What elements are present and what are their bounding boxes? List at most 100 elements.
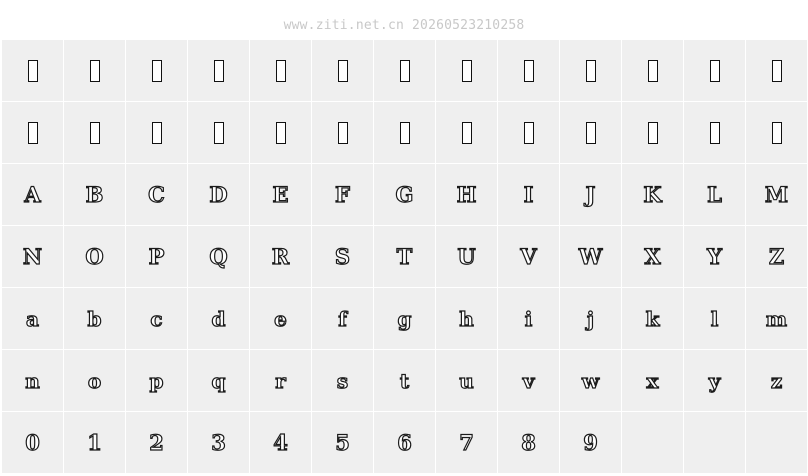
glyph-sample: A [24, 182, 42, 207]
missing-glyph-icon [461, 59, 472, 82]
glyph-sample: W [578, 244, 603, 269]
glyph-cell: 3 [188, 412, 249, 473]
glyph-cell [436, 40, 497, 101]
glyph-sample: q [211, 368, 226, 393]
glyph-cell: R [250, 226, 311, 287]
glyph-cell: 7 [436, 412, 497, 473]
glyph-sample: H [456, 182, 477, 207]
glyph-sample: m [765, 306, 788, 331]
glyph-sample: z [770, 368, 783, 393]
glyph-cell [250, 102, 311, 163]
glyph-cell: W [560, 226, 621, 287]
missing-glyph-icon [337, 59, 348, 82]
glyph-sample: B [85, 182, 104, 207]
glyph-cell: w [560, 350, 621, 411]
glyph-cell: o [64, 350, 125, 411]
glyph-sample: S [334, 244, 351, 269]
glyph-sample: g [397, 306, 412, 331]
glyph-cell: n [2, 350, 63, 411]
glyph-cell: x [622, 350, 683, 411]
glyph-cell [560, 40, 621, 101]
missing-glyph-icon [523, 121, 534, 144]
glyph-cell: E [250, 164, 311, 225]
missing-glyph-icon [585, 59, 596, 82]
glyph-sample: i [524, 306, 533, 331]
glyph-cell: f [312, 288, 373, 349]
glyph-cell [684, 40, 745, 101]
glyph-sample: k [645, 306, 660, 331]
glyph-cell: u [436, 350, 497, 411]
glyph-cell: J [560, 164, 621, 225]
glyph-cell [126, 40, 187, 101]
glyph-cell: B [64, 164, 125, 225]
glyph-cell [560, 102, 621, 163]
glyph-sample: V [520, 244, 538, 269]
glyph-cell [64, 102, 125, 163]
missing-glyph-icon [771, 59, 782, 82]
missing-glyph-icon [89, 121, 100, 144]
glyph-sample: o [87, 368, 102, 393]
glyph-cell [436, 102, 497, 163]
glyph-grid: A B C D E F G H I J K L M N O P Q R S T U V W X Y Za b c d e f g h i j k l m n… [2, 40, 807, 473]
glyph-cell [126, 102, 187, 163]
glyph-cell [188, 102, 249, 163]
glyph-sample: 8 [521, 430, 537, 455]
glyph-sample: t [399, 368, 410, 393]
glyph-cell: j [560, 288, 621, 349]
glyph-sample: c [150, 306, 163, 331]
glyph-sample: 2 [149, 430, 165, 455]
glyph-sample: f [338, 306, 348, 331]
glyph-cell: s [312, 350, 373, 411]
glyph-cell [188, 40, 249, 101]
glyph-sample: w [581, 368, 600, 393]
glyph-sample: b [87, 306, 102, 331]
missing-glyph-icon [647, 59, 658, 82]
glyph-cell: l [684, 288, 745, 349]
glyph-sample: C [148, 182, 166, 207]
missing-glyph-icon [523, 59, 534, 82]
glyph-cell: 4 [250, 412, 311, 473]
glyph-cell [622, 40, 683, 101]
glyph-cell: U [436, 226, 497, 287]
glyph-cell: a [2, 288, 63, 349]
missing-glyph-icon [275, 121, 286, 144]
glyph-cell [498, 40, 559, 101]
glyph-sample: 0 [25, 430, 41, 455]
missing-glyph-icon [399, 121, 410, 144]
glyph-sample: p [149, 368, 164, 393]
glyph-cell: i [498, 288, 559, 349]
glyph-cell: q [188, 350, 249, 411]
glyph-cell: m [746, 288, 807, 349]
glyph-cell [2, 40, 63, 101]
glyph-cell: N [2, 226, 63, 287]
missing-glyph-icon [27, 59, 38, 82]
glyph-sample: a [25, 306, 39, 331]
glyph-sample: P [148, 244, 165, 269]
glyph-cell: 9 [560, 412, 621, 473]
glyph-cell: A [2, 164, 63, 225]
missing-glyph-icon [275, 59, 286, 82]
glyph-cell: k [622, 288, 683, 349]
glyph-cell: 0 [2, 412, 63, 473]
glyph-sample: Z [768, 244, 785, 269]
glyph-sample: 1 [87, 430, 103, 455]
glyph-cell: Z [746, 226, 807, 287]
missing-glyph-icon [213, 59, 224, 82]
glyph-cell [64, 40, 125, 101]
glyph-sample: G [395, 182, 414, 207]
glyph-cell: T [374, 226, 435, 287]
glyph-sample: K [643, 182, 662, 207]
glyph-cell: V [498, 226, 559, 287]
missing-glyph-icon [213, 121, 224, 144]
glyph-sample: 3 [211, 430, 227, 455]
glyph-cell: D [188, 164, 249, 225]
missing-glyph-icon [647, 121, 658, 144]
missing-glyph-icon [399, 59, 410, 82]
glyph-cell: I [498, 164, 559, 225]
glyph-cell: h [436, 288, 497, 349]
glyph-sample: X [644, 244, 662, 269]
glyph-cell: C [126, 164, 187, 225]
glyph-cell [312, 40, 373, 101]
glyph-sample: U [457, 244, 477, 269]
empty-cell [746, 412, 807, 473]
